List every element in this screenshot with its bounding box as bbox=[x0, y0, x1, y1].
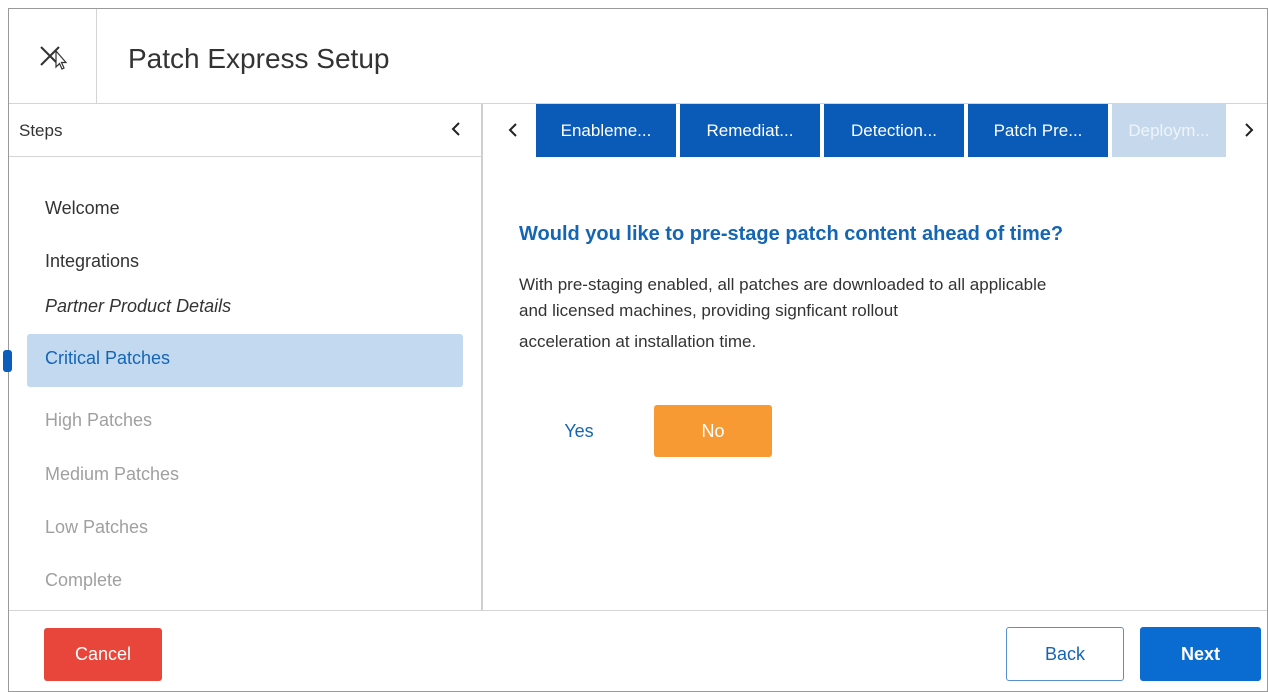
page-title: Patch Express Setup bbox=[128, 43, 390, 74]
step-critical-patches[interactable]: Critical Patches bbox=[27, 334, 463, 387]
next-button[interactable]: Next bbox=[1140, 627, 1261, 681]
step-complete: Complete bbox=[45, 570, 123, 590]
close-x-icon bbox=[40, 46, 68, 70]
step-partner-product-details[interactable]: Partner Product Details bbox=[45, 296, 231, 317]
footer: Cancel Back Next bbox=[9, 610, 1267, 692]
chevron-right-icon[interactable] bbox=[1239, 118, 1259, 142]
steps-sidebar: Steps Welcome Integrations Partner Produ… bbox=[3, 104, 483, 610]
no-button[interactable]: No bbox=[654, 405, 772, 457]
header: Patch Express Setup bbox=[9, 9, 1267, 104]
yes-button[interactable]: Yes bbox=[539, 405, 619, 457]
steps-header: Steps bbox=[9, 104, 481, 157]
description-line-1: With pre-staging enabled, all patches ar… bbox=[519, 275, 1047, 294]
cancel-button[interactable]: Cancel bbox=[44, 628, 162, 681]
description-line-3: acceleration at installation time. bbox=[519, 332, 757, 351]
steps-heading: Steps bbox=[19, 121, 63, 140]
active-step-marker bbox=[3, 350, 12, 372]
step-welcome[interactable]: Welcome bbox=[45, 198, 120, 219]
chevron-left-icon[interactable] bbox=[446, 117, 466, 141]
tab-deployment[interactable]: Deploym... bbox=[1112, 104, 1226, 157]
chevron-left-icon[interactable] bbox=[503, 118, 523, 142]
description-line-2: and licensed machines, providing signfic… bbox=[519, 301, 898, 320]
step-critical-patches-label: Critical Patches bbox=[45, 348, 171, 368]
tab-patch-prestage[interactable]: Patch Pre... bbox=[968, 104, 1108, 157]
tab-remediation[interactable]: Remediat... bbox=[680, 104, 820, 157]
tab-bar: Enableme... Remediat... Detection... Pat… bbox=[485, 104, 1268, 158]
question-heading: Would you like to pre-stage patch conten… bbox=[519, 223, 1064, 245]
step-high-patches: High Patches bbox=[45, 410, 153, 430]
tab-enablement[interactable]: Enableme... bbox=[536, 104, 676, 157]
close-button[interactable] bbox=[9, 9, 97, 104]
step-medium-patches: Medium Patches bbox=[45, 464, 180, 484]
tab-detection[interactable]: Detection... bbox=[824, 104, 964, 157]
step-integrations[interactable]: Integrations bbox=[45, 251, 139, 272]
step-low-patches: Low Patches bbox=[45, 517, 149, 537]
setup-window: Patch Express Setup Steps Welcome Integr… bbox=[3, 8, 1268, 692]
back-button[interactable]: Back bbox=[1006, 627, 1124, 681]
